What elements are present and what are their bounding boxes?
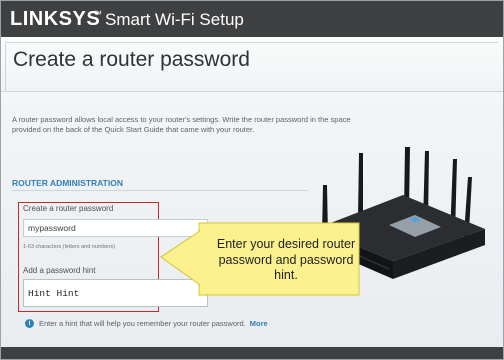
hint-info: i Enter a hint that will help you rememb… bbox=[25, 317, 268, 329]
trademark-mark: ™ bbox=[93, 9, 102, 19]
password-label: Create a router password bbox=[23, 204, 114, 213]
callout-text: Enter your desired router password and p… bbox=[216, 237, 356, 282]
more-link[interactable]: More bbox=[250, 319, 268, 328]
app-window: LINKSYS ™ Smart Wi-Fi Setup Create a rou… bbox=[0, 0, 504, 360]
page-title: Create a router password bbox=[13, 48, 250, 71]
page-description: A router password allows local access to… bbox=[12, 115, 351, 134]
section-divider bbox=[12, 190, 308, 191]
linksys-logo: LINKSYS bbox=[10, 8, 101, 30]
hint-label: Add a password hint bbox=[23, 266, 96, 275]
product-name: Smart Wi-Fi Setup bbox=[105, 10, 244, 29]
header-bar: LINKSYS ™ Smart Wi-Fi Setup bbox=[1, 1, 503, 37]
section-heading: ROUTER ADMINISTRATION bbox=[12, 178, 123, 188]
footer-bar bbox=[1, 347, 503, 359]
info-icon: i bbox=[25, 318, 34, 328]
password-requirements: 1-63 characters (letters and numbers) bbox=[23, 244, 116, 250]
info-text: Enter a hint that will help you remember… bbox=[39, 318, 246, 328]
